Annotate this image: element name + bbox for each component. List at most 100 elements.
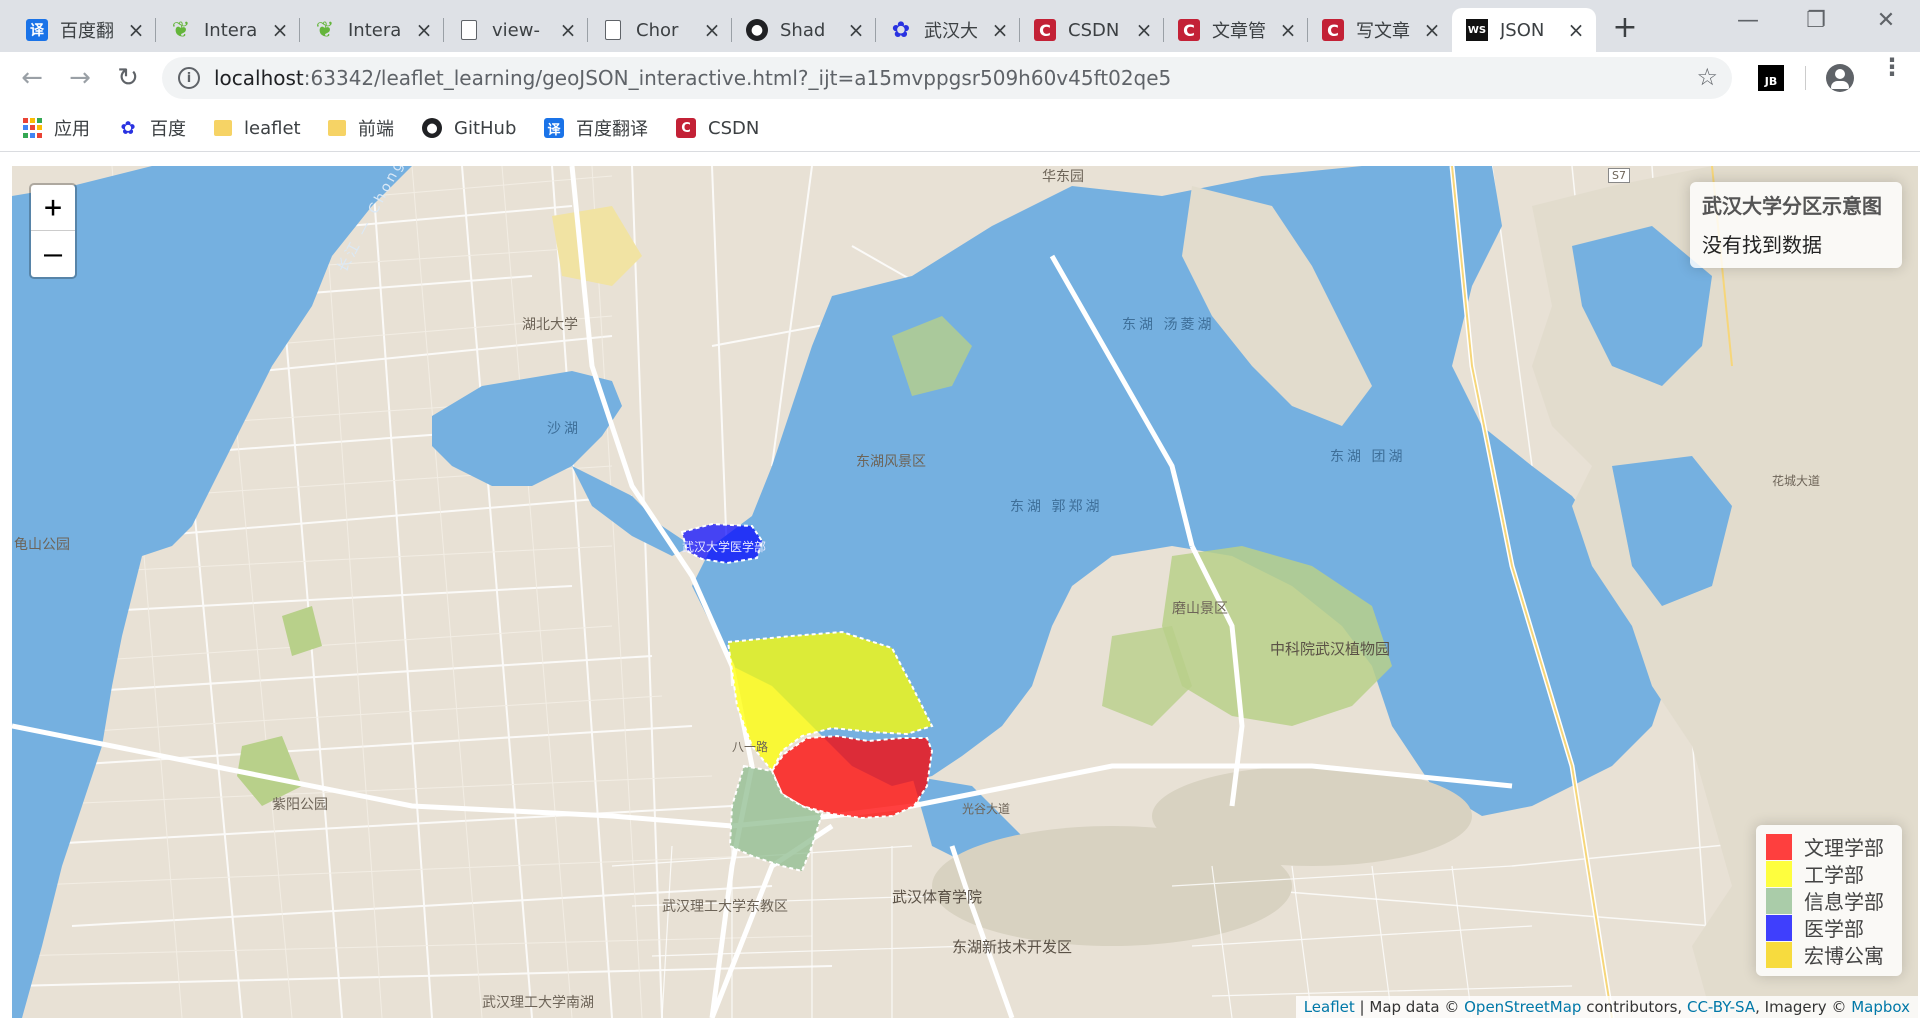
legend-item: 宏博公寓 [1766,941,1892,968]
map-label: 紫阳公园 [272,797,328,813]
bookmark-label: GitHub [454,117,517,139]
osm-link[interactable]: OpenStreetMap [1464,998,1581,1016]
legend-label: 工学部 [1804,863,1864,887]
document-icon [461,20,477,40]
tab-close-icon[interactable]: × [1278,18,1298,42]
kebab-menu-icon[interactable]: ⋮ [1880,55,1904,79]
csdn-icon: C [676,118,696,138]
legend: 文理学部工学部信息学部医学部 宏博公寓 [1756,825,1902,976]
tab-close-icon[interactable]: × [558,18,578,42]
forward-icon[interactable]: → [64,62,96,94]
tab-close-icon[interactable]: × [126,18,146,42]
legend-label: 医学部 [1804,917,1864,941]
bookmark-item[interactable]: leaflet [214,116,301,140]
bookmark-star-icon[interactable]: ☆ [1696,63,1718,91]
bookmark-item[interactable]: 译百度翻译 [544,116,648,140]
document-icon [605,20,621,40]
browser-tab[interactable]: WS JSON × [1452,8,1596,52]
tab-strip: 译百度翻 × ❦ Intera × ❦ Intera × view- × Chor × ● Shad × ✿ 武… [0,0,1920,52]
bookmark-item[interactable]: ✿ 百度 [118,116,186,141]
tab-close-icon[interactable]: × [1422,18,1442,42]
browser-tab[interactable]: C 写文章 × [1308,8,1452,52]
mapbox-link[interactable]: Mapbox [1851,998,1910,1016]
legend-label: 信息学部 [1804,890,1884,914]
legend-item: 工学部 [1766,860,1892,887]
map-label: 东湖 团湖 [1330,449,1406,465]
leaflet-icon: ❦ [315,17,335,43]
close-window-icon[interactable]: ✕ [1866,8,1906,33]
new-tab-button[interactable]: + [1607,10,1643,45]
tab-close-icon[interactable]: × [270,18,290,42]
bookmark-label: 百度翻译 [576,119,648,140]
minimize-icon[interactable]: — [1728,8,1768,33]
bookmarks-bar: 应用 ✿ 百度 leaflet 前端 ● GitHub 译百度翻译 C CSDN [0,104,1920,152]
map-label: S7 [1608,168,1630,183]
browser-tab[interactable]: view- × [444,8,588,52]
jetbrains-extension-icon[interactable]: JB [1758,65,1784,91]
tab-title: view- [492,19,540,41]
bookmark-item[interactable]: 前端 [328,116,394,140]
map-label: 华东园 [1042,169,1084,185]
tab-close-icon[interactable]: × [414,18,434,42]
back-icon[interactable]: ← [16,62,48,94]
map-label: 东湖新技术开发区 [952,938,1073,956]
browser-tab[interactable]: ❦ Intera × [300,8,444,52]
github-icon: ● [746,19,768,41]
tab-title: 武汉大 [924,21,978,42]
leaflet-map[interactable]: 湖北大学 沙湖 东湖 汤菱湖 东湖风景区 东湖 郭郑湖 东湖 团湖 磨山景区 中… [12,166,1918,1018]
map-label: 磨山景区 [1172,601,1228,617]
csdn-icon: C [1034,19,1056,41]
legend-item: 医学部 [1766,914,1892,941]
bookmark-item[interactable]: C CSDN [676,116,759,140]
map-label: 武汉理工大学东教区 [662,899,788,915]
attribution-text: , Imagery © [1755,998,1852,1016]
legend-item: 信息学部 [1766,887,1892,914]
tab-close-icon[interactable]: × [990,18,1010,42]
restore-icon[interactable]: ❐ [1796,8,1836,33]
map-label: 花城大道 [1772,474,1821,488]
browser-tab[interactable]: ❦ Intera × [156,8,300,52]
browser-tab[interactable]: Chor × [588,8,732,52]
leaflet-icon: ❦ [171,17,191,43]
bookmark-item[interactable]: 应用 [22,116,90,140]
legend-item: 文理学部 [1766,833,1892,860]
info-text: 没有找到数据 [1702,233,1822,257]
bookmark-label: CSDN [708,117,760,139]
reload-icon[interactable]: ↻ [112,62,144,94]
zoom-in-button[interactable]: + [31,185,75,231]
browser-toolbar: ← → ↻ i localhost:63342/leaflet_learning… [0,52,1920,104]
browser-tab[interactable]: C CSDN × [1020,8,1164,52]
url-text[interactable]: localhost:63342/leaflet_learning/geoJSON… [214,66,1171,90]
map-label: 八一路 [732,740,769,754]
tab-title: 文章管 [1212,21,1266,42]
browser-tab[interactable]: ✿ 武汉大 × [876,8,1020,52]
tab-close-icon[interactable]: × [1566,18,1586,42]
profile-avatar-icon[interactable] [1826,64,1854,92]
attribution-text: contributors, [1581,998,1687,1016]
tab-close-icon[interactable]: × [846,18,866,42]
browser-tab[interactable]: 译百度翻 × [12,8,156,52]
attribution: Leaflet | Map data © OpenStreetMap contr… [1295,996,1918,1018]
site-info-icon[interactable]: i [178,67,200,89]
browser-tab[interactable]: C 文章管 × [1164,8,1308,52]
csdn-icon: C [1178,19,1200,41]
ccbysa-link[interactable]: CC-BY-SA [1687,998,1755,1016]
tab-title: 百度翻 [60,21,114,42]
legend-label: 文理学部 [1804,836,1884,860]
tab-close-icon[interactable]: × [1134,18,1154,42]
baidu-icon: ✿ [891,17,911,43]
address-bar[interactable]: i localhost:63342/leaflet_learning/geoJS… [162,57,1732,99]
attribution-text: | Map data © [1354,998,1465,1016]
leaflet-link[interactable]: Leaflet [1304,998,1355,1016]
bookmark-label: 前端 [358,119,394,140]
bookmark-label: 百度 [150,119,186,140]
tab-close-icon[interactable]: × [702,18,722,42]
map-label: 武汉理工大学南湖 [482,995,594,1011]
url-host: localhost [214,66,304,90]
tab-title: JSON [1500,19,1545,41]
zoom-out-button[interactable]: – [31,231,75,277]
bookmark-item[interactable]: ● GitHub [422,116,516,140]
github-icon: ● [422,118,442,138]
legend-swatch [1766,833,1792,860]
browser-tab[interactable]: ● Shad × [732,8,876,52]
